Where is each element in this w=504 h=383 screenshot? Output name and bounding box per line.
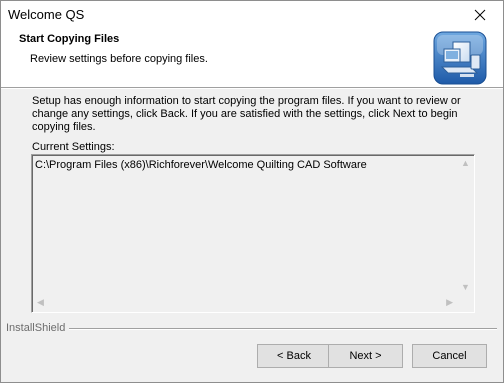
scroll-right-arrow-icon[interactable]: ▶: [446, 298, 453, 307]
vertical-scrollbar[interactable]: ▲ ▼: [457, 156, 473, 295]
header-divider: [1, 87, 503, 89]
page-title: Start Copying Files: [19, 33, 120, 45]
current-settings-label: Current Settings:: [32, 141, 115, 153]
title-bar: Welcome QS: [1, 1, 503, 29]
wizard-header: Start Copying Files Review settings befo…: [1, 29, 503, 87]
back-button[interactable]: < Back: [257, 344, 331, 368]
close-icon: [474, 9, 486, 21]
cancel-button[interactable]: Cancel: [412, 344, 487, 368]
scroll-up-arrow-icon[interactable]: ▲: [461, 159, 470, 168]
page-subtitle: Review settings before copying files.: [30, 53, 208, 65]
installshield-brand: InstallShield: [6, 322, 66, 334]
next-button[interactable]: Next >: [328, 344, 403, 368]
window-title: Welcome QS: [8, 7, 85, 22]
scroll-down-arrow-icon[interactable]: ▼: [461, 283, 470, 292]
scroll-left-arrow-icon[interactable]: ◀: [37, 298, 44, 307]
footer-divider: [69, 328, 497, 330]
scrollbar-corner: [457, 295, 473, 311]
install-path-text: C:\Program Files (x86)\Richforever\Welco…: [35, 159, 367, 171]
instructions-text: Setup has enough information to start co…: [32, 95, 461, 133]
close-button[interactable]: [457, 1, 503, 29]
horizontal-scrollbar[interactable]: ◀ ▶: [33, 295, 457, 311]
installer-window: Welcome QS Start Copying Files Review se…: [0, 0, 504, 383]
current-settings-textbox[interactable]: C:\Program Files (x86)\Richforever\Welco…: [31, 154, 475, 313]
installer-computer-icon: [433, 31, 487, 85]
